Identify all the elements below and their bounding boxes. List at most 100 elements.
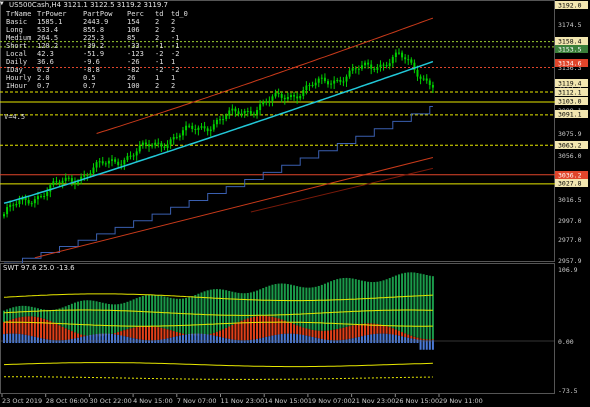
price-axis-label: 2977.0 bbox=[558, 236, 582, 244]
indicator-pane[interactable] bbox=[0, 263, 555, 394]
price-tag-label: 3112.1 bbox=[558, 89, 582, 97]
candle-body bbox=[391, 57, 394, 64]
stats-cell: -2 bbox=[155, 66, 164, 74]
candle-body bbox=[175, 137, 178, 139]
stats-cell: -123 bbox=[127, 50, 144, 58]
candle-body bbox=[15, 204, 18, 206]
stats-cell: 1 bbox=[171, 74, 176, 82]
candle-body bbox=[373, 68, 376, 70]
candle-body bbox=[222, 119, 225, 121]
stats-cell: Long bbox=[6, 26, 23, 34]
candle-body bbox=[243, 110, 246, 114]
price-axis-label: 2957.9 bbox=[558, 257, 582, 265]
time-axis-label: 11 Nov 23:00 bbox=[221, 397, 265, 405]
stats-cell: 2443.9 bbox=[83, 18, 109, 26]
candle-body bbox=[197, 127, 200, 130]
stats-cell: 26 bbox=[127, 74, 136, 82]
candle-body bbox=[249, 111, 252, 114]
candle-body bbox=[107, 160, 110, 164]
stats-cell: 1 bbox=[171, 58, 176, 66]
candle-body bbox=[370, 64, 373, 69]
candle-body bbox=[129, 155, 132, 157]
candle-body bbox=[354, 68, 357, 70]
price-axis-label: 2997.0 bbox=[558, 217, 582, 225]
candle-body bbox=[157, 142, 160, 144]
candle-body bbox=[320, 77, 323, 79]
time-axis-label: 26 Nov 15:00 bbox=[395, 397, 439, 405]
stats-cell: 533.4 bbox=[37, 26, 59, 34]
candle-body bbox=[181, 130, 184, 136]
candle-body bbox=[123, 159, 126, 165]
candle-body bbox=[33, 199, 36, 204]
candle-body bbox=[58, 181, 61, 183]
candle-body bbox=[367, 62, 370, 65]
candle-body bbox=[30, 203, 33, 205]
candle-body bbox=[339, 79, 342, 82]
candle-body bbox=[410, 59, 413, 63]
candle-body bbox=[327, 81, 329, 85]
stats-cell: 36.6 bbox=[37, 58, 54, 66]
candle-body bbox=[360, 65, 363, 69]
time-axis-label: 29 Nov 11:00 bbox=[439, 397, 483, 405]
stats-cell: Short bbox=[6, 42, 28, 50]
stats-cell: -8.8 bbox=[83, 66, 100, 74]
trend-line bbox=[34, 157, 434, 259]
stats-cell: Basic bbox=[6, 18, 28, 26]
price-tag-label: 3091.1 bbox=[558, 111, 582, 119]
candle-body bbox=[114, 159, 117, 162]
stats-cell: 0.7 bbox=[37, 82, 50, 90]
stats-cell: 2 bbox=[171, 18, 176, 26]
stats-cell: td_0 bbox=[171, 10, 188, 18]
candle-body bbox=[144, 142, 147, 145]
candle-body bbox=[64, 177, 67, 181]
candle-body bbox=[419, 76, 422, 79]
candle-body bbox=[299, 96, 302, 99]
candle-body bbox=[311, 84, 314, 86]
price-tag-label: 3036.2 bbox=[558, 172, 582, 180]
candle-body bbox=[283, 97, 286, 100]
candle-body bbox=[293, 95, 296, 97]
stats-cell: -1 bbox=[155, 58, 164, 66]
time-axis-label: 19 Nov 07:00 bbox=[308, 397, 352, 405]
stats-cell: -1 bbox=[171, 42, 180, 50]
stats-cell: 2 bbox=[171, 26, 176, 34]
candle-body bbox=[308, 84, 311, 86]
candle-body bbox=[55, 181, 58, 183]
stats-row: IHour 0.7 0.7 100 2 2 bbox=[6, 82, 188, 90]
price-tag-label: 3063.2 bbox=[558, 142, 582, 150]
candle-body bbox=[95, 162, 98, 168]
indicator-axis-label: 0.00 bbox=[558, 338, 574, 346]
candle-body bbox=[36, 196, 39, 200]
candle-body bbox=[397, 52, 400, 54]
stats-cell: -2 bbox=[171, 50, 180, 58]
stats-cell: td bbox=[155, 10, 164, 18]
candle-body bbox=[49, 185, 52, 192]
candle-body bbox=[194, 128, 197, 130]
candle-body bbox=[154, 142, 157, 146]
candle-body bbox=[46, 191, 49, 196]
stats-cell: 0.5 bbox=[83, 74, 96, 82]
symbol-dropdown-icon[interactable]: ▼ bbox=[0, 0, 4, 7]
stats-row: Long 533.4 855.8 106 2 2 bbox=[6, 26, 188, 34]
stats-cell: 2 bbox=[155, 26, 160, 34]
candle-body bbox=[401, 52, 404, 58]
candle-body bbox=[166, 144, 169, 148]
stats-cell: TrName bbox=[6, 10, 32, 18]
stats-row: Daily 36.6 -9.6 -26 -1 1 bbox=[6, 58, 188, 66]
volume-readout: V=4.5 bbox=[4, 113, 26, 121]
candle-body bbox=[24, 197, 27, 200]
time-axis-label: 23 Oct 2019 bbox=[2, 397, 42, 405]
candle-body bbox=[385, 65, 388, 67]
candle-body bbox=[104, 163, 107, 165]
candle-body bbox=[203, 126, 206, 129]
candle-body bbox=[188, 125, 191, 127]
time-axis-label: 7 Nov 07:00 bbox=[177, 397, 217, 405]
candle-body bbox=[6, 207, 9, 215]
stats-row: Basic 1585.1 2443.9 154 2 2 bbox=[6, 18, 188, 26]
candle-body bbox=[274, 92, 277, 97]
stats-cell: -1 bbox=[155, 42, 164, 50]
candle-body bbox=[351, 68, 354, 71]
stats-cell: Daily bbox=[6, 58, 28, 66]
stats-cell: -33 bbox=[127, 42, 140, 50]
candle-body bbox=[3, 214, 5, 217]
